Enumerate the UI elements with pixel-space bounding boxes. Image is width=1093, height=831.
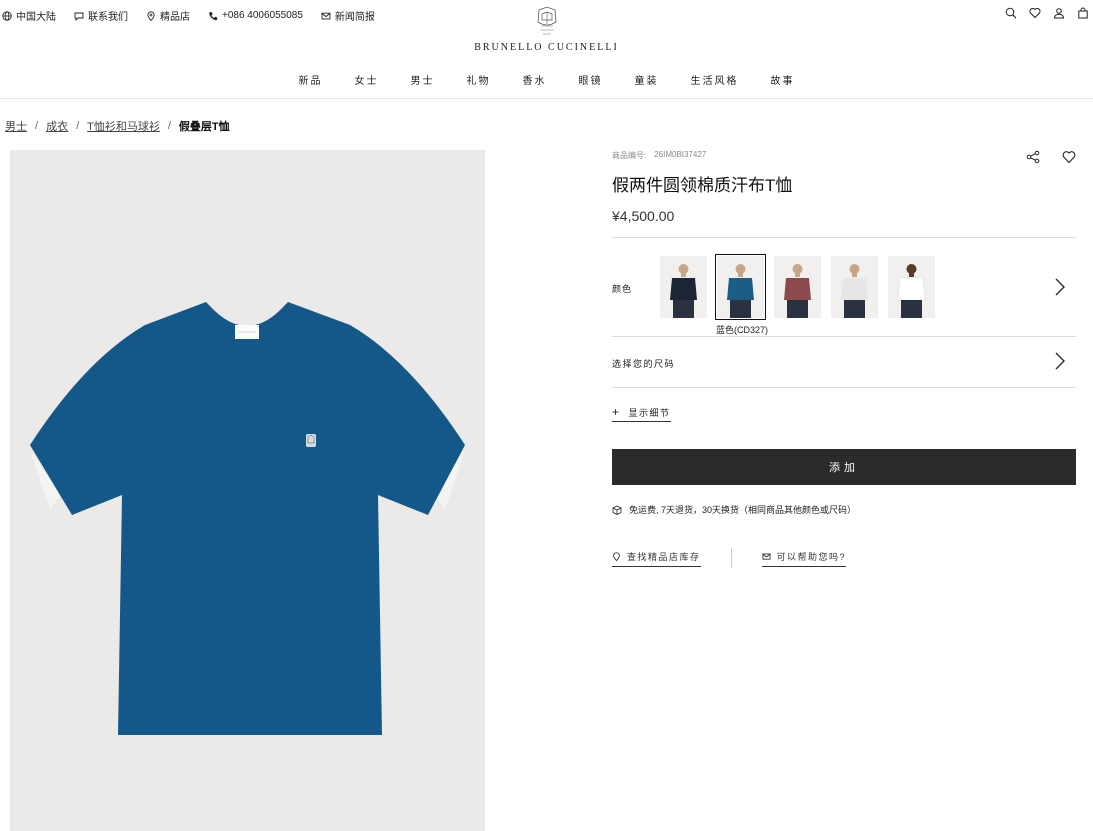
favorite-icon[interactable] <box>1062 150 1076 164</box>
nav-lifestyle[interactable]: 生活风格 <box>691 72 739 87</box>
brand-emblem-icon <box>537 6 556 35</box>
size-selector[interactable]: 选择您的尺码 <box>612 337 1076 387</box>
breadcrumb-separator: / <box>167 120 171 132</box>
share-icon[interactable] <box>1026 150 1040 164</box>
nav-eyewear[interactable]: 眼镜 <box>579 72 603 87</box>
show-details-button[interactable]: + 显示细节 <box>612 406 671 422</box>
brand-logo[interactable]: BRUNELLO CUCINELLI <box>0 6 1093 53</box>
nav-fragrance[interactable]: 香水 <box>523 72 547 87</box>
sku-line: 商品编号: 26IM0BI37427 <box>612 150 1076 161</box>
breadcrumb-ready-to-wear[interactable]: 成衣 <box>46 118 68 134</box>
chevron-right-icon[interactable] <box>1054 352 1066 370</box>
shipping-info: 免运费, 7天退货，30天换货（相同商品其他颜色或尺码） <box>612 503 856 516</box>
help-link[interactable]: 可以帮助您吗? <box>761 550 847 567</box>
breadcrumb: 男士 / 成衣 / T恤衫和马球衫 / 假叠层T恤 <box>5 118 230 134</box>
divider <box>730 548 732 568</box>
model-thumbnail <box>841 264 868 318</box>
chevron-right-icon[interactable] <box>1054 278 1066 296</box>
color-swatch-burgundy[interactable] <box>774 256 821 318</box>
color-swatch-light-grey[interactable] <box>831 256 878 318</box>
model-thumbnail <box>897 264 926 318</box>
location-pin-icon <box>613 551 620 561</box>
tshirt-image <box>30 302 465 735</box>
shipping-text: 免运费, 7天退货，30天换货（相同商品其他颜色或尺码） <box>629 505 857 515</box>
mail-icon <box>762 553 771 560</box>
plus-icon: + <box>612 405 621 419</box>
nav-divider <box>0 98 1093 99</box>
model-thumbnail <box>727 264 754 318</box>
model-thumbnail <box>784 264 811 318</box>
color-label: 颜色 <box>612 284 633 294</box>
product-image[interactable] <box>10 150 485 831</box>
product-title: 假两件圆领棉质汗布T恤 <box>612 176 793 195</box>
store-stock-label: 查找精品店库存 <box>627 551 701 562</box>
product-actions <box>1026 150 1076 164</box>
store-stock-link[interactable]: 查找精品店库存 <box>612 550 701 567</box>
breadcrumb-separator: / <box>76 120 80 132</box>
product-price: ¥4,500.00 <box>612 208 675 224</box>
selected-color-label: 蓝色(CD327) <box>716 325 769 335</box>
nav-gifts[interactable]: 礼物 <box>467 72 491 87</box>
product-panel: 商品编号: 26IM0BI37427 假两件圆领棉质汗布T恤 ¥4,500.00… <box>612 150 1076 568</box>
help-links: 查找精品店库存 可以帮助您吗? <box>612 548 847 568</box>
breadcrumb-separator: / <box>35 120 39 132</box>
show-details-label: 显示细节 <box>628 408 671 418</box>
color-selector: 颜色 蓝色(CD327) <box>612 238 1076 336</box>
nav-kids[interactable]: 童装 <box>635 72 659 87</box>
sku-label: 商品编号: <box>612 151 647 160</box>
model-thumbnail <box>670 264 697 318</box>
color-swatch-blue[interactable] <box>715 254 766 320</box>
divider <box>612 387 1076 388</box>
breadcrumb-current: 假叠层T恤 <box>178 121 230 133</box>
color-swatch-navy[interactable] <box>660 256 707 318</box>
box-icon <box>612 505 622 515</box>
brand-name: BRUNELLO CUCINELLI <box>474 42 619 53</box>
add-to-bag-button[interactable]: 添加 <box>612 449 1076 485</box>
help-label: 可以帮助您吗? <box>776 551 847 562</box>
sku-value: 26IM0BI37427 <box>654 150 707 159</box>
nav-women[interactable]: 女士 <box>355 72 379 87</box>
main-nav: 新品 女士 男士 礼物 香水 眼镜 童装 生活风格 故事 <box>0 72 1093 87</box>
breadcrumb-tshirts[interactable]: T恤衫和马球衫 <box>87 118 160 134</box>
color-swatches <box>660 254 935 320</box>
nav-stories[interactable]: 故事 <box>771 72 795 87</box>
nav-men[interactable]: 男士 <box>411 72 435 87</box>
size-label: 选择您的尺码 <box>612 359 676 369</box>
breadcrumb-men[interactable]: 男士 <box>5 118 27 134</box>
nav-new[interactable]: 新品 <box>299 72 323 87</box>
color-swatch-white[interactable] <box>888 256 935 318</box>
